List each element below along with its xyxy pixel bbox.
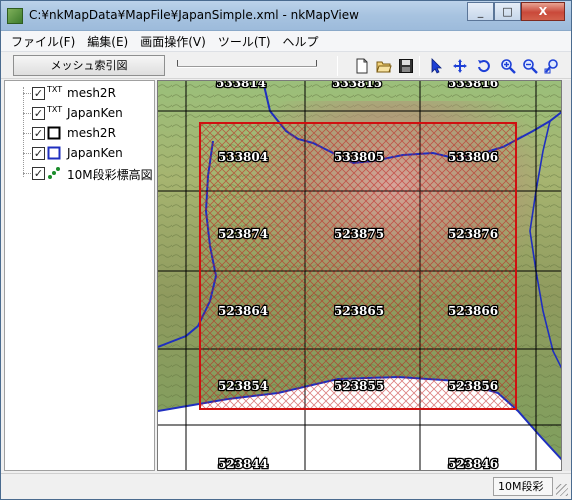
zoom-out-icon[interactable] (521, 57, 539, 75)
tree-branch (23, 93, 31, 94)
status-pane: 10M段彩 (493, 477, 553, 496)
rotate-icon[interactable] (475, 57, 493, 75)
layer-item[interactable]: ✓ JapanKen (5, 143, 155, 163)
mesh-code-label: 523856 (448, 379, 498, 393)
title-bar[interactable]: C:¥nkMapData¥MapFile¥JapanSimple.xml - n… (1, 1, 571, 31)
mesh-code-label: 533806 (448, 150, 498, 164)
zoom-fit-icon[interactable] (543, 57, 561, 75)
slider-tick-left (177, 60, 178, 66)
layer-checkbox[interactable]: ✓ (32, 147, 45, 160)
slider-track (177, 66, 317, 68)
mesh-code-label: 523876 (448, 227, 498, 241)
mesh-code-label: 523844 (218, 457, 268, 471)
text-layer-icon: TXT (47, 105, 63, 114)
layer-checkbox[interactable]: ✓ (32, 107, 45, 120)
app-icon (7, 8, 23, 24)
tree-branch (23, 133, 31, 134)
mesh-code-label: 523846 (448, 457, 498, 471)
menu-bar: ファイル(F) 編集(E) 画面操作(V) ツール(T) ヘルプ (1, 31, 571, 52)
tree-branch (23, 153, 31, 154)
pan-icon[interactable] (451, 57, 469, 75)
zoom-in-icon[interactable] (499, 57, 517, 75)
layer-label: 10M段彩標高図 (67, 168, 153, 182)
caption-buttons: _ □ X (467, 2, 565, 22)
selection-hatch (200, 123, 516, 409)
layer-label: JapanKen (67, 106, 123, 120)
select-arrow-icon[interactable] (427, 57, 445, 75)
layer-panel: ✓ TXT mesh2R ✓ TXT JapanKen ✓ mesh2R ✓ J… (4, 80, 155, 471)
mesh-code-label: 523865 (334, 304, 384, 318)
menu-file[interactable]: ファイル(F) (5, 33, 81, 50)
resize-grip-icon[interactable] (556, 484, 568, 496)
layer-item[interactable]: ✓ mesh2R (5, 123, 155, 143)
maximize-button[interactable]: □ (494, 2, 521, 21)
menu-view[interactable]: 画面操作(V) (134, 33, 212, 50)
save-icon[interactable] (397, 57, 415, 75)
minimize-button[interactable]: _ (467, 2, 494, 21)
status-bar: 10M段彩 (1, 473, 571, 499)
layer-item[interactable]: ✓ TXT mesh2R (5, 83, 155, 103)
mesh-code-label: 533805 (334, 150, 384, 164)
menu-tools[interactable]: ツール(T) (212, 33, 277, 50)
layer-item[interactable]: ✓ TXT JapanKen (5, 103, 155, 123)
open-folder-icon[interactable] (375, 57, 393, 75)
polygon-layer-icon (47, 126, 63, 140)
raster-layer-icon (47, 166, 63, 180)
map-canvas[interactable]: 533814 533815 533816 533804 533805 53380… (157, 80, 562, 471)
menu-edit[interactable]: 編集(E) (81, 33, 134, 50)
mesh-code-label: 523874 (218, 227, 268, 241)
layer-label: JapanKen (67, 146, 123, 160)
tree-branch (23, 173, 31, 174)
layer-label: mesh2R (67, 86, 116, 100)
mesh-index-button[interactable]: メッシュ索引図 (13, 55, 165, 76)
mesh-code-label: 523854 (218, 379, 268, 393)
mesh-code-label: 523866 (448, 304, 498, 318)
close-button[interactable]: X (521, 2, 565, 21)
app-window: C:¥nkMapData¥MapFile¥JapanSimple.xml - n… (0, 0, 572, 500)
mesh-code-label: 533815 (332, 81, 382, 90)
mesh-code-label: 533804 (218, 150, 268, 164)
window-title: C:¥nkMapData¥MapFile¥JapanSimple.xml - n… (29, 8, 359, 22)
slider-tick-right (316, 60, 317, 66)
vertical-scrollbar[interactable] (562, 80, 571, 471)
toolbar-separator (337, 56, 338, 76)
mesh-code-label: 523875 (334, 227, 384, 241)
mesh-code-label: 523864 (218, 304, 268, 318)
new-file-icon[interactable] (353, 57, 371, 75)
layer-checkbox[interactable]: ✓ (32, 127, 45, 140)
layer-checkbox[interactable]: ✓ (32, 167, 45, 180)
toolbar: メッシュ索引図 (1, 53, 571, 79)
map-svg: 533814 533815 533816 533804 533805 53380… (158, 81, 561, 471)
mesh-code-label: 533814 (216, 81, 266, 90)
toolbar-separator (419, 56, 420, 76)
layer-item[interactable]: ✓ 10M段彩標高図 (5, 163, 155, 183)
scale-slider[interactable] (173, 57, 323, 75)
polygon-layer-icon (47, 146, 63, 160)
layer-checkbox[interactable]: ✓ (32, 87, 45, 100)
menu-help[interactable]: ヘルプ (277, 33, 325, 50)
mesh-code-label: 523855 (334, 379, 384, 393)
layer-label: mesh2R (67, 126, 116, 140)
tree-branch (23, 113, 31, 114)
text-layer-icon: TXT (47, 85, 63, 94)
mesh-code-label: 533816 (448, 81, 498, 90)
